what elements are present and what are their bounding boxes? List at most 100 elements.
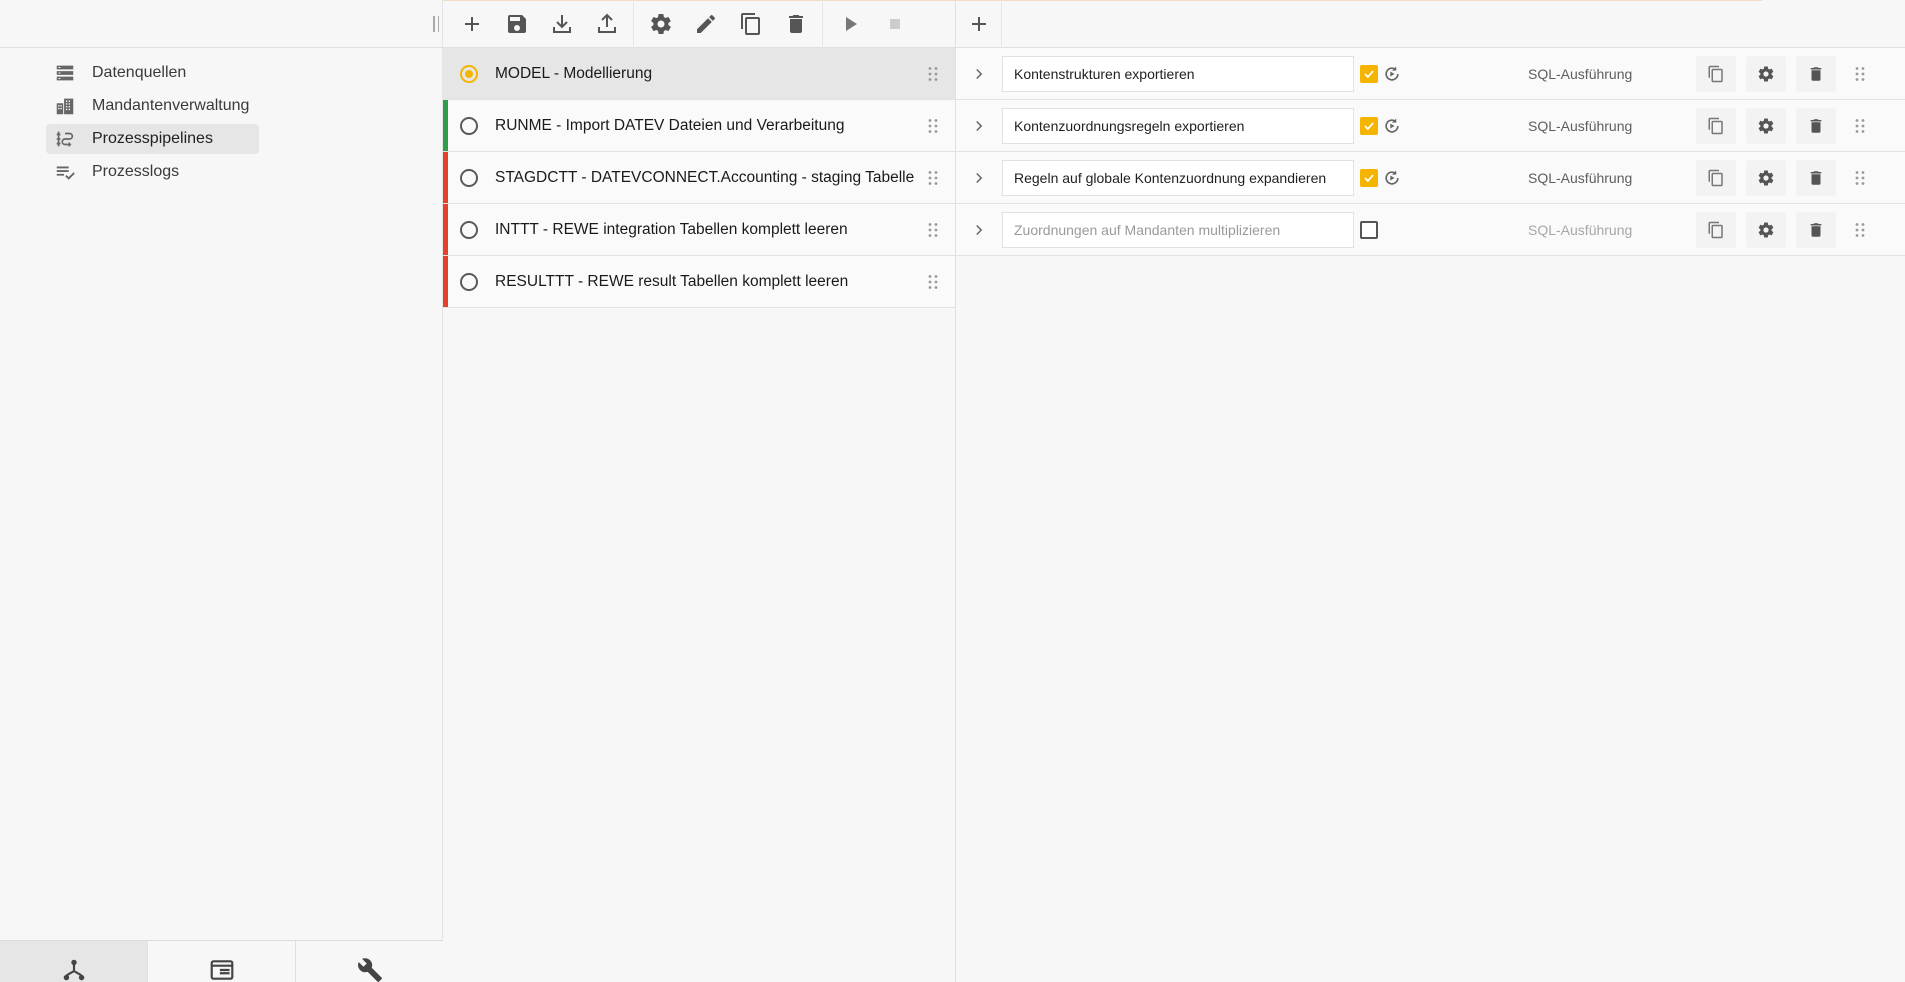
- save-icon: [507, 14, 526, 33]
- export-button[interactable]: [584, 0, 629, 48]
- check-icon: [1364, 173, 1374, 182]
- pipeline-row-model[interactable]: MODEL - Modellierung: [443, 48, 955, 100]
- copy-icon: [1708, 65, 1723, 82]
- pipeline-label: RESULTTT - REWE result Tabellen komplett…: [495, 272, 849, 290]
- step-type-label: SQL-Ausführung: [1528, 169, 1633, 186]
- chevron-right-icon: [976, 68, 983, 79]
- pipeline-radio[interactable]: [460, 220, 478, 239]
- delete-icon: [1810, 170, 1822, 185]
- buildings-icon: [56, 98, 74, 115]
- pipeline-label: MODEL - Modellierung: [495, 64, 653, 82]
- step-enabled-checkbox[interactable]: [1360, 168, 1378, 187]
- stop-button[interactable]: [872, 0, 917, 48]
- sidebar-item-label: Datenquellen: [92, 64, 187, 81]
- copy-button[interactable]: [728, 0, 773, 48]
- step-enabled-checkbox[interactable]: [1360, 116, 1378, 135]
- pipeline-radio[interactable]: [460, 168, 478, 187]
- chevron-right-icon: [976, 224, 983, 235]
- replay-icon: [1385, 66, 1399, 81]
- expand-step-button[interactable]: [956, 65, 1002, 83]
- pipeline-row-stagdctt[interactable]: STAGDCTT - DATEVCONNECT.Accounting - sta…: [443, 152, 955, 204]
- copy-icon: [740, 12, 760, 35]
- settings-button[interactable]: [638, 0, 683, 48]
- delete-icon: [1810, 66, 1822, 81]
- drag-handle-icon[interactable]: [1848, 114, 1872, 138]
- pipeline-label: RUNME - Import DATEV Dateien und Verarbe…: [495, 116, 845, 134]
- rerun-step-button[interactable]: [1381, 115, 1403, 137]
- delete-step-button[interactable]: [1796, 55, 1836, 92]
- run-button[interactable]: [827, 0, 872, 48]
- copy-step-button[interactable]: [1696, 107, 1736, 144]
- tab-tools[interactable]: [296, 941, 443, 982]
- step-type-label: SQL-Ausführung: [1528, 117, 1633, 134]
- pipeline-radio[interactable]: [460, 116, 478, 135]
- save-button[interactable]: [494, 0, 539, 48]
- stop-icon: [889, 18, 900, 29]
- pipeline-radio[interactable]: [460, 64, 478, 83]
- expand-step-button[interactable]: [956, 117, 1002, 135]
- delete-step-button[interactable]: [1796, 159, 1836, 196]
- step-enabled-checkbox[interactable]: [1360, 220, 1378, 239]
- import-button[interactable]: [539, 0, 584, 48]
- replay-icon: [1385, 170, 1399, 185]
- sidebar-item-label: Prozesslogs: [92, 163, 180, 180]
- delete-step-button[interactable]: [1796, 211, 1836, 248]
- sidebar-item-prozesspipelines[interactable]: Prozesspipelines: [46, 124, 260, 154]
- pipeline-row-resulttt[interactable]: RESULTTT - REWE result Tabellen komplett…: [443, 256, 955, 308]
- settings-icon: [650, 13, 671, 34]
- step-settings-button[interactable]: [1746, 211, 1786, 248]
- copy-step-button[interactable]: [1696, 211, 1736, 248]
- step-settings-button[interactable]: [1746, 107, 1786, 144]
- delete-step-button[interactable]: [1796, 107, 1836, 144]
- sidebar-item-prozesslogs[interactable]: Prozesslogs: [46, 157, 259, 187]
- status-stripe-red: [443, 204, 448, 255]
- tab-window[interactable]: [148, 941, 296, 982]
- edit-button[interactable]: [683, 0, 728, 48]
- sidebar-item-datenquellen[interactable]: Datenquellen: [46, 58, 259, 88]
- step-row: SQL-Ausführung: [956, 152, 1905, 204]
- step-name-input[interactable]: [1002, 211, 1354, 248]
- replay-icon: [1385, 118, 1399, 133]
- step-row: SQL-Ausführung: [956, 48, 1905, 100]
- step-name-input[interactable]: [1002, 107, 1354, 144]
- drag-handle-icon[interactable]: [921, 270, 945, 294]
- settings-icon: [1758, 65, 1774, 82]
- drag-handle-icon[interactable]: [921, 166, 945, 190]
- step-name-input[interactable]: [1002, 159, 1354, 196]
- play-icon: [845, 16, 857, 31]
- drag-handle-icon[interactable]: [921, 62, 945, 86]
- toolbar-group-run: [823, 0, 921, 48]
- drag-handle-icon[interactable]: [921, 114, 945, 138]
- copy-step-button[interactable]: [1696, 55, 1736, 92]
- rerun-step-button[interactable]: [1381, 63, 1403, 85]
- step-enabled-checkbox[interactable]: [1360, 64, 1378, 83]
- add-icon: [971, 17, 986, 31]
- drag-handle-icon[interactable]: [1848, 218, 1872, 242]
- delete-icon: [788, 14, 803, 33]
- rerun-step-button[interactable]: [1381, 167, 1403, 189]
- sidebar-item-mandantenverwaltung[interactable]: Mandantenverwaltung: [46, 91, 259, 121]
- drag-handle-icon[interactable]: [921, 218, 945, 242]
- pipeline-radio[interactable]: [460, 272, 478, 291]
- pipeline-row-inttt[interactable]: INTTT - REWE integration Tabellen komple…: [443, 204, 955, 256]
- copy-icon: [1708, 221, 1723, 238]
- panel-resize-handle[interactable]: [431, 12, 441, 36]
- export-icon: [597, 13, 616, 33]
- step-settings-button[interactable]: [1746, 159, 1786, 196]
- expand-step-button[interactable]: [956, 169, 1002, 187]
- drag-handle-icon[interactable]: [1848, 62, 1872, 86]
- pipeline-list: MODEL - Modellierung RUNME - Import DATE…: [443, 48, 955, 308]
- expand-step-button[interactable]: [956, 221, 1002, 239]
- step-name-input[interactable]: [1002, 55, 1354, 92]
- copy-step-button[interactable]: [1696, 159, 1736, 196]
- add-pipeline-button[interactable]: [449, 0, 494, 48]
- add-step-button[interactable]: [956, 0, 1002, 48]
- delete-button[interactable]: [773, 0, 818, 48]
- chevron-right-icon: [976, 120, 983, 131]
- step-type-label: SQL-Ausführung: [1528, 221, 1633, 238]
- pipeline-row-runme[interactable]: RUNME - Import DATEV Dateien und Verarbe…: [443, 100, 955, 152]
- step-settings-button[interactable]: [1746, 55, 1786, 92]
- drag-handle-icon[interactable]: [1848, 166, 1872, 190]
- copy-icon: [1708, 117, 1723, 134]
- tab-tree[interactable]: [0, 941, 148, 982]
